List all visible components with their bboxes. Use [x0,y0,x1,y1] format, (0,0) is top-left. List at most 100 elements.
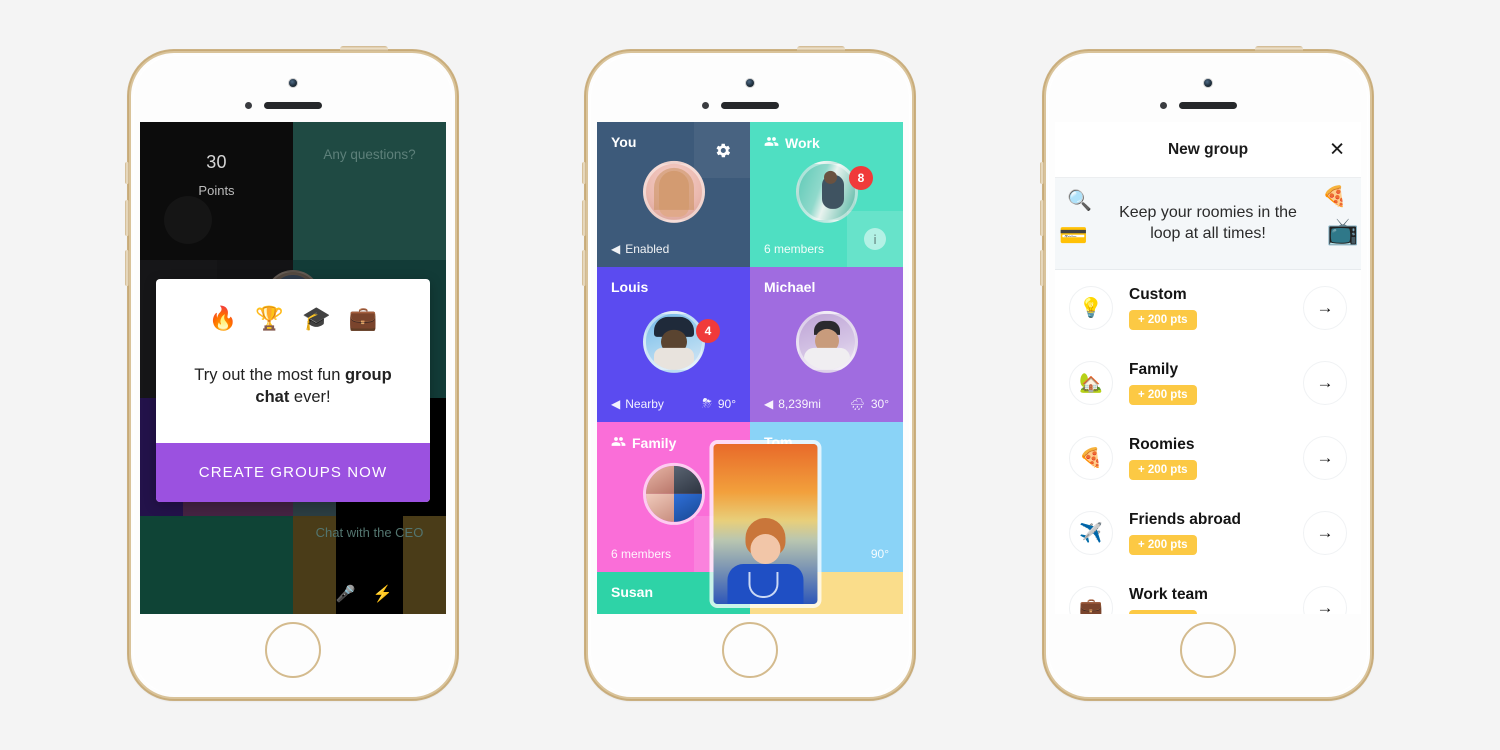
group-tile-michael[interactable]: Michael ◀ 8,239mi 🌧 30° [750,267,903,422]
pizza-icon: 🍕 [1322,186,1347,208]
earpiece-speaker [264,102,322,109]
avatar [642,310,705,373]
group-tile-work[interactable]: Work 8 6 members i [750,122,903,267]
groups-grid: You ◀ Enabled Work 8 6 members i Louis 4… [597,122,903,614]
tile-title-text: Michael [764,279,816,295]
airplane-icon: ✈️ [1069,510,1113,555]
arrow-right-icon[interactable]: → [1303,585,1347,614]
volume-up-button[interactable] [1040,200,1044,236]
create-groups-button[interactable]: CREATE GROUPS NOW [156,442,430,502]
silent-switch[interactable] [582,162,586,184]
temperature-text: 90° [870,547,889,561]
volume-up-button[interactable] [582,200,586,236]
group-type-label: Family [1129,360,1179,378]
list-item-content: Work team + 200 pts [1113,585,1303,614]
group-type-label: Custom [1129,285,1187,303]
tile-footer-left: 6 members [764,242,824,256]
list-item-content: Friends abroad + 200 pts [1113,511,1303,555]
power-button[interactable] [340,46,388,51]
points-badge: + 200 pts [1129,384,1197,405]
promo-headline-part1: Try out the most fun [194,366,345,384]
list-item[interactable]: 💼 Work team + 200 pts → [1055,570,1361,614]
lightning-icon[interactable]: ⚡ [373,584,393,604]
group-tile-title: Michael [764,279,815,295]
ceo-chat-tile[interactable] [293,122,446,260]
volume-down-button[interactable] [582,250,586,286]
group-tile-title: Work [764,134,820,152]
points-widget: 30 Points [140,122,293,260]
trophy-icon: 🏆 [255,305,284,331]
list-item[interactable]: 💡 Custom + 200 pts → [1055,270,1361,345]
silent-switch[interactable] [1040,162,1044,184]
front-camera-icon [1203,78,1213,88]
tile-title-text: Louis [611,279,649,295]
points-label: Points [198,182,235,198]
volume-down-button[interactable] [125,250,129,286]
home-button[interactable] [722,622,778,678]
list-item[interactable]: 🏡 Family + 200 pts → [1055,345,1361,420]
story-photo-card[interactable] [709,440,822,608]
list-item-content: Custom + 200 pts [1113,286,1303,330]
power-button[interactable] [797,46,845,51]
arrow-right-icon[interactable]: → [1303,360,1347,405]
unread-badge: 4 [696,319,720,343]
home-button[interactable] [265,622,321,678]
volume-down-button[interactable] [1040,250,1044,286]
group-type-label: Friends abroad [1129,510,1241,528]
microphone-icon[interactable]: 🎤 [336,584,356,604]
pizza-icon: 🍕 [1069,435,1113,480]
group-tile-louis[interactable]: Louis 4 ◀ Nearby ⛈ 90° [597,267,750,422]
phone-device-2: You ◀ Enabled Work 8 6 members i Louis 4… [582,46,916,701]
tile-title-text: Work [785,135,820,151]
group-tile-title: Family [611,434,676,452]
earpiece-speaker [1179,102,1237,109]
new-group-header: New group ✕ [1055,122,1361,178]
rain-icon: 🌧 [849,397,865,411]
location-arrow-icon: ◀ [764,397,774,411]
phone-3-screen: New group ✕ 🔍 💳 🍕 📺 Keep your roomies in… [1055,122,1361,614]
front-camera-icon [288,78,298,88]
arrow-right-icon[interactable]: → [1303,510,1347,555]
tile-title-text: Family [632,435,677,451]
tile-footer-left: ◀ Enabled [611,242,669,256]
temperature-text: 90° [717,396,736,411]
list-item-content: Roomies + 200 pts [1113,436,1303,480]
arrow-right-icon[interactable]: → [1303,285,1347,330]
people-icon [764,134,779,152]
tile-footer-text: Enabled [625,242,670,256]
fire-icon: 🔥 [208,305,238,331]
location-arrow-icon: ◀ [611,242,621,256]
tile-footer-left: 6 members [611,547,671,561]
tile-title-text: Susan [611,584,654,600]
page-title: New group [1167,140,1249,158]
briefcase-icon: 💼 [348,305,378,331]
arrow-right-icon[interactable]: → [1303,435,1347,480]
gear-icon[interactable] [694,122,750,178]
info-button[interactable]: i [847,211,903,267]
phone-1-screen: 30 Points Any questions? 1 Chat with the… [140,122,446,614]
phone-device-3: New group ✕ 🔍 💳 🍕 📺 Keep your roomies in… [1040,46,1374,701]
house-icon: 🏡 [1069,360,1113,405]
points-badge: + 200 pts [1129,609,1197,614]
silent-switch[interactable] [125,162,129,184]
group-type-label: Work team [1129,585,1208,603]
group-tile-title: Louis [611,279,648,295]
power-button[interactable] [1255,46,1303,51]
close-icon[interactable]: ✕ [1329,140,1345,159]
television-icon: 📺 [1326,216,1359,246]
ceo-caption: Chat with the CEO [315,525,424,541]
tile-footer-right: 🌧 30° [850,397,889,411]
list-item[interactable]: ✈️ Friends abroad + 200 pts → [1055,495,1361,570]
volume-up-button[interactable] [125,200,129,236]
promo-modal: 🔥 🏆 🎓 💼 Try out the most fun group chat … [156,279,430,502]
screenshot-stage: 30 Points Any questions? 1 Chat with the… [0,0,1500,750]
home-button[interactable] [1180,622,1236,678]
bg-tile-green [140,515,293,614]
list-item[interactable]: 🍕 Roomies + 200 pts → [1055,420,1361,495]
group-tile-title: Susan [611,584,653,600]
group-tile-you[interactable]: You ◀ Enabled [597,122,750,267]
tile-footer-text: Nearby [625,397,664,411]
credit-card-icon: 💳 [1059,222,1088,248]
promo-headline: Try out the most fun group chat ever! [156,338,430,443]
group-tile-title: You [611,134,636,150]
